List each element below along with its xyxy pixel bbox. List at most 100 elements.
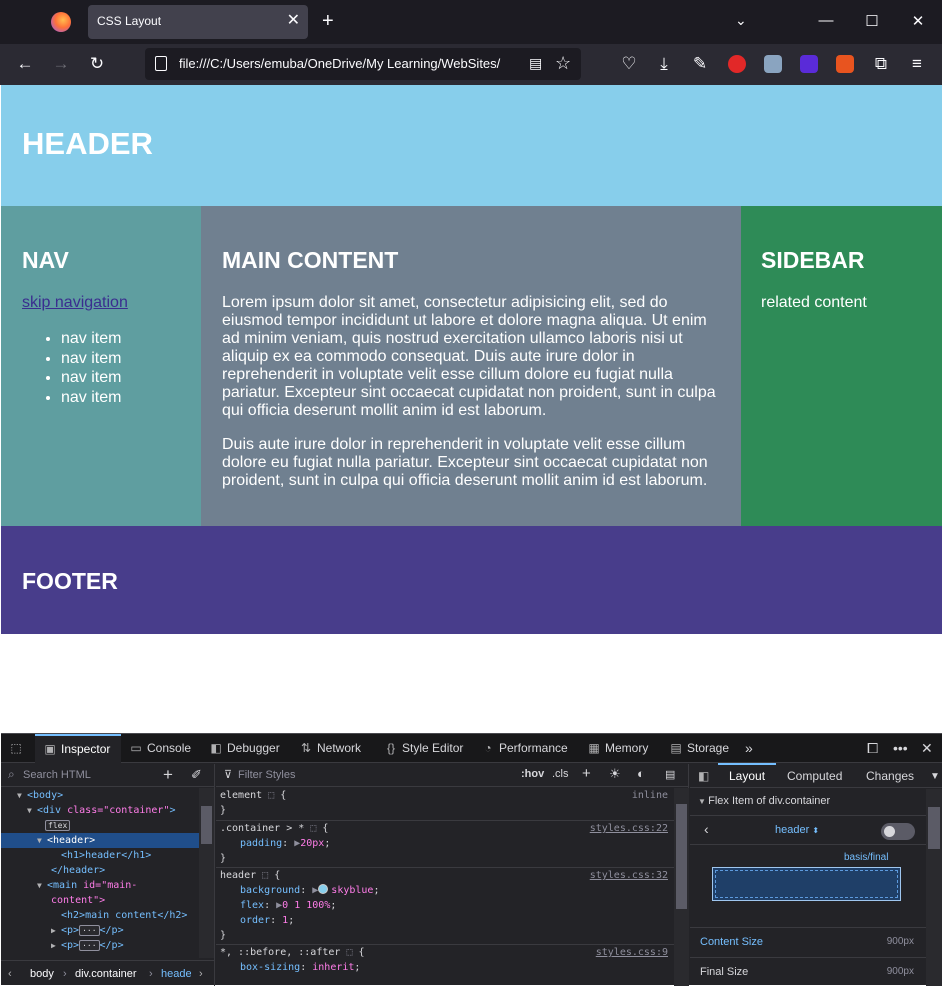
flex-item-title[interactable]: ▼ Flex Item of div.container xyxy=(698,795,830,807)
tree-node-h1[interactable]: <h1>header</h1> xyxy=(1,848,199,863)
reader-view-icon[interactable]: ▤ xyxy=(529,55,542,72)
toggle-sidebar-icon[interactable]: ◧ xyxy=(698,769,709,783)
tree-node-p[interactable]: ▶ <p> ··· </p> xyxy=(1,923,199,938)
tab-inspector[interactable]: ▣ Inspector xyxy=(35,734,121,763)
breadcrumb-forward-icon[interactable]: › xyxy=(199,961,203,986)
forward-icon[interactable]: → xyxy=(49,53,73,75)
overflow-menu-icon[interactable]: ••• xyxy=(893,740,908,756)
tree-node-p[interactable]: ▶ <p> ··· </p> xyxy=(1,938,199,953)
collapsed-ellipsis-icon[interactable]: ··· xyxy=(79,940,100,951)
url-bar[interactable]: file:///C:/Users/emuba/OneDrive/My Learn… xyxy=(145,48,581,80)
layout-scrollbar[interactable] xyxy=(926,789,942,986)
extension-screenshot-icon[interactable] xyxy=(764,55,782,73)
pocket-icon[interactable]: ♡ xyxy=(617,53,641,75)
scrollbar-thumb[interactable] xyxy=(676,804,687,909)
breadcrumb-item[interactable]: header xyxy=(161,961,191,986)
nav-item[interactable]: nav item xyxy=(61,349,121,369)
firefox-logo-icon[interactable] xyxy=(51,12,71,32)
close-window-icon[interactable]: ✕ xyxy=(908,12,928,30)
menu-icon[interactable]: ≡ xyxy=(905,53,929,75)
rules-scrollbar[interactable] xyxy=(674,788,689,986)
tab-layout[interactable]: Layout xyxy=(729,769,765,783)
hov-button[interactable]: :hov xyxy=(521,768,544,780)
tab-computed[interactable]: Computed xyxy=(787,769,842,783)
add-rule-icon[interactable]: + xyxy=(582,765,591,782)
dock-options-icon[interactable]: ⧠ xyxy=(867,740,878,757)
rule-source-link[interactable]: styles.css:22 xyxy=(590,821,668,836)
tab-style-editor[interactable]: {} Style Editor xyxy=(384,734,463,763)
page-footer: FOOTER xyxy=(1,526,942,634)
rule-universal: *, ::before, ::after ⬚ { styles.css:9 bo… xyxy=(220,945,668,975)
bookmark-star-icon[interactable]: ☆ xyxy=(555,53,571,74)
nav-item[interactable]: nav item xyxy=(61,388,121,408)
browser-tab[interactable]: CSS Layout ✕ xyxy=(88,5,308,39)
tree-node-header[interactable]: ▼ <header> xyxy=(1,833,199,848)
dark-mode-icon[interactable]: ◐ xyxy=(637,766,645,781)
new-tab-icon[interactable]: + xyxy=(322,10,334,32)
tree-node-header-close[interactable]: </header> xyxy=(1,863,199,878)
maximize-icon[interactable]: ☐ xyxy=(862,12,882,30)
declaration[interactable]: background: ▶ skyblue; xyxy=(240,883,379,898)
tab-storage[interactable]: ▤ Storage xyxy=(669,734,729,763)
breadcrumb-item[interactable]: div.container xyxy=(75,961,137,986)
tabs-dropdown-icon[interactable]: ▼ xyxy=(930,771,940,782)
rule-source-link[interactable]: styles.css:9 xyxy=(596,945,668,960)
back-icon[interactable]: ← xyxy=(13,53,37,75)
reload-icon[interactable]: ↻ xyxy=(85,53,109,75)
breadcrumb-item[interactable]: body xyxy=(30,961,54,986)
url-text[interactable]: file:///C:/Users/emuba/OneDrive/My Learn… xyxy=(179,56,519,71)
filter-styles-input[interactable]: Filter Styles xyxy=(238,769,295,781)
close-tab-icon[interactable]: ✕ xyxy=(287,12,300,30)
close-devtools-icon[interactable]: ✕ xyxy=(921,740,933,757)
extension-cube-icon[interactable] xyxy=(800,55,818,73)
extension-shield-icon[interactable] xyxy=(728,55,746,73)
minimize-icon[interactable]: — xyxy=(816,12,836,29)
extension-translate-icon[interactable] xyxy=(836,55,854,73)
back-chevron-icon[interactable]: ‹ xyxy=(704,821,709,837)
tree-node-body[interactable]: ▼ <body> xyxy=(1,788,199,803)
rule-source-link[interactable]: styles.css:32 xyxy=(590,868,668,883)
declaration[interactable]: padding: ▶20px; xyxy=(240,836,330,851)
more-tools-icon[interactable]: » xyxy=(745,734,753,763)
scrollbar-thumb[interactable] xyxy=(928,807,940,849)
tab-debugger[interactable]: ◧ Debugger xyxy=(209,734,279,763)
tree-node-h2[interactable]: <h2>main content</h2> xyxy=(1,908,199,923)
declaration[interactable]: flex: ▶0 1 100%; xyxy=(240,898,336,913)
collapsed-ellipsis-icon[interactable]: ··· xyxy=(79,925,100,936)
flex-element-select[interactable]: header ⬍ xyxy=(775,824,819,836)
tree-node-div[interactable]: ▼ <div class="container"> xyxy=(1,803,199,818)
print-media-icon[interactable]: ▤ xyxy=(665,768,675,781)
extensions-puzzle-icon[interactable]: ⧉ xyxy=(869,53,893,75)
tab-network[interactable]: ⇅ Network xyxy=(299,734,361,763)
flex-badge[interactable]: flex xyxy=(45,820,71,831)
cls-button[interactable]: .cls xyxy=(552,768,569,780)
scrollbar-thumb[interactable] xyxy=(201,806,212,844)
markup-scrollbar[interactable] xyxy=(199,788,214,958)
declaration[interactable]: order: 1; xyxy=(240,913,294,928)
tab-memory[interactable]: ▦ Memory xyxy=(587,734,648,763)
nav-item[interactable]: nav item xyxy=(61,329,121,349)
eyedropper-icon[interactable]: ✐ xyxy=(191,767,202,783)
nav-heading: NAV xyxy=(22,247,69,273)
flex-highlight-toggle[interactable] xyxy=(881,823,915,840)
add-node-icon[interactable]: + xyxy=(163,765,173,785)
downloads-icon[interactable]: ⤓ xyxy=(652,53,676,75)
light-mode-icon[interactable]: ☀ xyxy=(609,766,621,782)
nav-item[interactable]: nav item xyxy=(61,368,121,388)
html-search-input[interactable]: Search HTML xyxy=(23,769,91,781)
list-tabs-chevron-icon[interactable]: ⌄ xyxy=(735,12,747,29)
color-swatch[interactable] xyxy=(318,884,329,894)
nav-list: nav item nav item nav item nav item xyxy=(61,329,121,407)
tab-performance[interactable]: ◔ Performance xyxy=(481,734,567,763)
wrench-icon[interactable]: ✎ xyxy=(688,53,712,75)
breadcrumb-back-icon[interactable]: ‹ xyxy=(8,961,12,986)
element-picker-icon[interactable]: ⬚ xyxy=(9,734,27,763)
declaration[interactable]: box-sizing: inherit; xyxy=(240,960,360,975)
tab-console[interactable]: ▭ Console xyxy=(129,734,191,763)
filter-styles-row: ⊽ Filter Styles :hov .cls + ☀ ◐ ▤ xyxy=(216,764,689,787)
skip-navigation-link[interactable]: skip navigation xyxy=(22,294,128,312)
tab-changes[interactable]: Changes xyxy=(866,769,914,783)
content-size-row: Content Size 900px xyxy=(690,927,926,957)
tree-node-main[interactable]: ▼ <main id="main- xyxy=(1,878,199,893)
flex-item-section: ▼ Flex Item of div.container ‹ header ⬍ … xyxy=(690,789,926,986)
